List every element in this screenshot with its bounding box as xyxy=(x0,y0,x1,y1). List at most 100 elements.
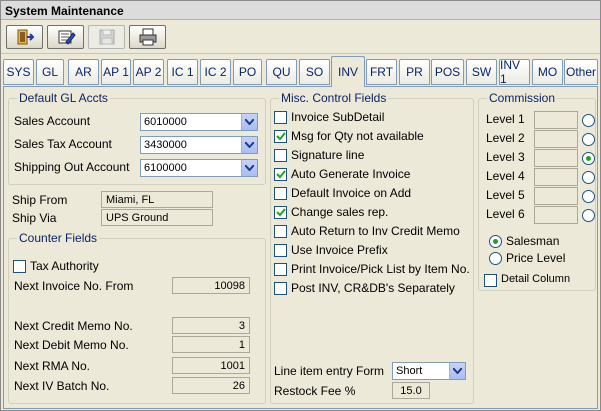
salesman-radio[interactable] xyxy=(489,235,502,248)
detail-column-checkbox-row[interactable]: Detail Column xyxy=(484,272,584,289)
tab-sys[interactable]: SYS xyxy=(3,59,34,85)
commission-level-radio[interactable] xyxy=(582,114,595,127)
tab-ap-2[interactable]: AP 2 xyxy=(133,59,164,85)
chevron-down-icon xyxy=(241,114,257,130)
misc-checkbox-row[interactable]: Auto Return to Inv Credit Memo xyxy=(274,223,470,240)
misc-checkbox[interactable] xyxy=(274,244,287,257)
tab-pr[interactable]: PR xyxy=(399,59,430,85)
commission-level-field[interactable] xyxy=(534,130,578,148)
exit-button[interactable] xyxy=(6,25,43,49)
misc-checkbox-row[interactable]: Post INV, CR&DB's Separately xyxy=(274,280,470,297)
tab-mo[interactable]: MO xyxy=(532,59,563,85)
commission-level-radio[interactable] xyxy=(582,190,595,203)
misc-checkbox[interactable] xyxy=(274,130,287,143)
price-level-radio[interactable] xyxy=(489,252,502,265)
window-title: System Maintenance xyxy=(1,1,600,20)
misc-checkbox-row[interactable]: Print Invoice/Pick List by Item No. xyxy=(274,261,470,278)
sales-tax-account-label: Sales Tax Account xyxy=(14,137,112,151)
sales-tax-account-value: 3430000 xyxy=(144,139,187,151)
print-button[interactable] xyxy=(129,25,166,49)
commission-level-label: Level 2 xyxy=(486,131,525,145)
misc-checkbox-row[interactable]: Change sales rep. xyxy=(274,204,470,221)
commission-level-radio[interactable] xyxy=(582,152,595,165)
misc-checkbox-label: Auto Generate Invoice xyxy=(291,167,411,181)
misc-checkbox[interactable] xyxy=(274,187,287,200)
ship-from-label: Ship From xyxy=(12,193,68,207)
misc-checkbox[interactable] xyxy=(274,225,287,238)
tab-gl[interactable]: GL xyxy=(36,59,64,85)
commission-level-label: Level 5 xyxy=(486,188,525,202)
price-level-radio-row[interactable]: Price Level xyxy=(489,251,589,267)
misc-checkbox-row[interactable]: Default Invoice on Add xyxy=(274,185,470,202)
commission-level-field[interactable] xyxy=(534,149,578,167)
tab-so[interactable]: SO xyxy=(299,59,330,85)
system-maintenance-window: System Maintenance SYS GL AR AP 1 AP 2 I… xyxy=(0,0,601,411)
detail-column-label: Detail Column xyxy=(501,273,571,285)
print-icon xyxy=(139,28,156,46)
next-debit-memo-field[interactable]: 1 xyxy=(172,336,250,353)
misc-checkbox[interactable] xyxy=(274,282,287,295)
salesman-radio-row[interactable]: Salesman xyxy=(489,234,589,250)
next-iv-batch-field[interactable]: 26 xyxy=(172,377,250,394)
tab-po[interactable]: PO xyxy=(233,59,262,85)
commission-level-radio[interactable] xyxy=(582,171,595,184)
next-iv-batch-label: Next IV Batch No. xyxy=(14,379,110,393)
shipping-out-account-select[interactable]: 6100000 xyxy=(140,159,258,177)
tab-inv-1[interactable]: INV 1 xyxy=(499,58,530,86)
misc-checkbox[interactable] xyxy=(274,168,287,181)
tab-ic-2[interactable]: IC 2 xyxy=(200,59,231,85)
tab-other[interactable]: Other xyxy=(564,59,598,85)
tax-authority-checkbox-row[interactable]: Tax Authority xyxy=(13,258,133,275)
next-credit-memo-field[interactable]: 3 xyxy=(172,317,250,334)
tax-authority-checkbox[interactable] xyxy=(13,260,26,273)
misc-checkbox[interactable] xyxy=(274,206,287,219)
commission-level-field[interactable] xyxy=(534,111,578,129)
misc-checkbox-label: Default Invoice on Add xyxy=(291,186,412,200)
tab-ic-1[interactable]: IC 1 xyxy=(167,59,198,85)
misc-checkbox-row[interactable]: Use Invoice Prefix xyxy=(274,242,470,259)
tab-sw[interactable]: SW xyxy=(466,59,497,85)
misc-checkbox-row[interactable]: Invoice SubDetail xyxy=(274,109,470,126)
tab-strip: SYS GL AR AP 1 AP 2 IC 1 IC 2 PO QU SO INV FRT PR POS… xyxy=(1,56,600,87)
price-level-label: Price Level xyxy=(506,251,566,265)
commission-level-field[interactable] xyxy=(534,206,578,224)
misc-checkbox-row[interactable]: Msg for Qty not available xyxy=(274,128,470,145)
tab-inv[interactable]: INV xyxy=(331,56,365,87)
tab-frt[interactable]: FRT xyxy=(366,59,397,85)
commission-level-radio[interactable] xyxy=(582,209,595,222)
detail-column-checkbox[interactable] xyxy=(484,274,497,287)
sales-account-select[interactable]: 6010000 xyxy=(140,113,258,131)
next-invoice-field[interactable]: 10098 xyxy=(172,277,250,294)
commission-level-radio[interactable] xyxy=(582,133,595,146)
next-rma-field[interactable]: 1001 xyxy=(172,357,250,374)
save-button[interactable] xyxy=(88,25,125,49)
misc-checkbox[interactable] xyxy=(274,111,287,124)
misc-checkbox-row[interactable]: Auto Generate Invoice xyxy=(274,166,470,183)
tax-authority-label: Tax Authority xyxy=(30,259,99,273)
misc-checkbox[interactable] xyxy=(274,263,287,276)
next-debit-memo-label: Next Debit Memo No. xyxy=(14,338,129,352)
edit-button[interactable] xyxy=(47,25,84,49)
salesman-label: Salesman xyxy=(506,234,560,248)
tab-ar[interactable]: AR xyxy=(68,59,99,85)
ship-from-field[interactable]: Miami, FL xyxy=(101,191,213,208)
misc-checkbox-label: Use Invoice Prefix xyxy=(291,243,388,257)
misc-checkbox-row[interactable]: Signature line xyxy=(274,147,470,164)
tab-pos[interactable]: POS xyxy=(431,59,464,85)
line-item-entry-select[interactable]: Short xyxy=(392,362,466,380)
next-rma-label: Next RMA No. xyxy=(14,359,91,373)
misc-checkbox[interactable] xyxy=(274,149,287,162)
tab-ap-1[interactable]: AP 1 xyxy=(101,59,131,85)
edit-icon xyxy=(58,30,76,45)
ship-via-field[interactable]: UPS Ground xyxy=(101,209,213,226)
chevron-down-icon xyxy=(241,137,257,153)
commission-level-field[interactable] xyxy=(534,168,578,186)
misc-checkbox-label: Auto Return to Inv Credit Memo xyxy=(291,224,460,238)
misc-control-legend: Misc. Control Fields xyxy=(281,91,387,105)
next-credit-memo-label: Next Credit Memo No. xyxy=(14,319,133,333)
sales-tax-account-select[interactable]: 3430000 xyxy=(140,136,258,154)
restock-fee-field[interactable]: 15.0 xyxy=(392,382,430,399)
commission-level-label: Level 4 xyxy=(486,169,525,183)
tab-qu[interactable]: QU xyxy=(266,59,297,85)
commission-level-field[interactable] xyxy=(534,187,578,205)
